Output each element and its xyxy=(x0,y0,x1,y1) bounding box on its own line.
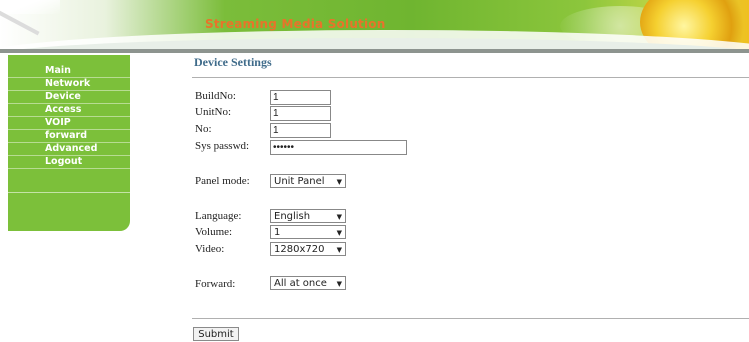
video-select[interactable]: 1280x720 ▼ xyxy=(270,242,346,256)
panel-mode-label: Panel mode: xyxy=(195,175,250,187)
sidebar-item-main[interactable]: Main xyxy=(8,65,130,78)
forward-label: Forward: xyxy=(195,278,236,290)
triangle-down-icon: ▼ xyxy=(336,178,342,186)
panel-mode-value: Unit Panel xyxy=(274,176,325,187)
no-label: No: xyxy=(195,123,212,135)
triangle-down-icon: ▼ xyxy=(336,246,342,254)
form-divider xyxy=(192,318,749,319)
language-value: English xyxy=(274,211,311,222)
video-label: Video: xyxy=(195,243,225,255)
title-divider xyxy=(192,77,749,78)
panel-mode-select[interactable]: Unit Panel ▼ xyxy=(270,174,346,188)
triangle-down-icon: ▼ xyxy=(336,213,342,221)
language-label: Language: xyxy=(195,210,242,222)
unit-no-input[interactable]: 1 xyxy=(270,106,331,121)
sidebar-item-device[interactable]: Device xyxy=(8,91,130,104)
no-input[interactable]: 1 xyxy=(270,123,331,138)
app-title: Streaming Media Solution xyxy=(205,17,386,31)
triangle-down-icon: ▼ xyxy=(336,229,342,237)
sidebar: Main Network Device Access VOIP forward … xyxy=(8,55,130,231)
build-no-label: BuildNo: xyxy=(195,90,236,102)
forward-value: All at once xyxy=(274,278,327,289)
sidebar-item-access[interactable]: Access xyxy=(8,104,130,117)
volume-select[interactable]: 1 ▼ xyxy=(270,225,346,239)
sys-passwd-label: Sys passwd: xyxy=(195,140,250,152)
unit-no-label: UnitNo: xyxy=(195,106,232,118)
header-divider xyxy=(0,49,749,53)
sidebar-item-forward[interactable]: forward xyxy=(8,130,130,143)
volume-label: Volume: xyxy=(195,226,233,238)
sidebar-item-advanced[interactable]: Advanced xyxy=(8,143,130,156)
header-banner: Streaming Media Solution xyxy=(0,0,749,52)
sidebar-item-voip[interactable]: VOIP xyxy=(8,117,130,130)
language-select[interactable]: English ▼ xyxy=(270,209,346,223)
page-title: Device Settings xyxy=(194,55,272,69)
sidebar-divider xyxy=(8,192,130,193)
forward-select[interactable]: All at once ▼ xyxy=(270,276,346,290)
volume-value: 1 xyxy=(274,227,281,238)
video-value: 1280x720 xyxy=(274,244,325,255)
build-no-input[interactable]: 1 xyxy=(270,90,331,105)
sidebar-item-network[interactable]: Network xyxy=(8,78,130,91)
sys-passwd-input[interactable]: •••••• xyxy=(270,140,407,155)
sidebar-item-logout[interactable]: Logout xyxy=(8,156,130,169)
triangle-down-icon: ▼ xyxy=(336,280,342,288)
sidebar-nav: Main Network Device Access VOIP forward … xyxy=(8,65,130,169)
